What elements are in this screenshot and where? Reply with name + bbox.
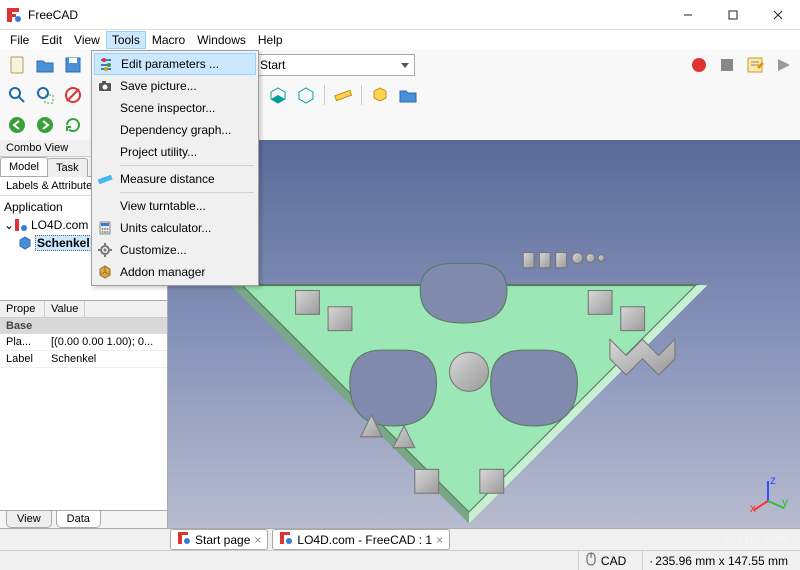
tab-model[interactable]: Model [0, 157, 48, 176]
3d-viewport[interactable]: z y x [168, 140, 800, 528]
document-tabs: Start page × LO4D.com - FreeCAD : 1 × [0, 528, 800, 550]
window-title: FreeCAD [28, 8, 665, 22]
menu-windows[interactable]: Windows [191, 31, 252, 49]
menu-help[interactable]: Help [252, 31, 289, 49]
property-table: Prope Value Base Pla... [(0.00 0.00 1.00… [0, 301, 167, 510]
macro-record-icon[interactable] [686, 52, 712, 78]
tools-save-picture[interactable]: Save picture... [94, 75, 256, 97]
minimize-button[interactable] [665, 0, 710, 30]
tools-measure-distance[interactable]: Measure distance [94, 168, 256, 190]
measure-icon[interactable] [330, 82, 356, 108]
tools-dependency-graph[interactable]: Dependency graph... [94, 119, 256, 141]
menubar: File Edit View Tools Macro Windows Help [0, 30, 800, 50]
3d-model [198, 155, 740, 528]
workbench-selector[interactable]: Start [235, 54, 415, 76]
prop-header-name: Prope [0, 301, 45, 317]
save-file-icon[interactable] [60, 52, 86, 78]
view-left-icon[interactable] [293, 82, 319, 108]
tools-edit-parameters[interactable]: Edit parameters ... [94, 53, 256, 75]
gear-icon [96, 241, 114, 259]
tools-dropdown: Edit parameters ... Save picture... Scen… [91, 50, 259, 286]
macro-edit-icon[interactable] [742, 52, 768, 78]
prop-row-placement[interactable]: Pla... [(0.00 0.00 1.00); 0... [0, 334, 167, 351]
svg-text:z: z [770, 476, 776, 487]
tools-units-calculator[interactable]: Units calculator... [94, 217, 256, 239]
tools-addon-manager[interactable]: Addon manager [94, 261, 256, 283]
package-icon [96, 263, 114, 281]
tab-data[interactable]: Data [56, 511, 101, 528]
svg-text:x: x [750, 501, 756, 515]
macro-play-icon[interactable] [770, 52, 796, 78]
tab-task[interactable]: Task [47, 158, 88, 177]
web-forward-icon[interactable] [32, 112, 58, 138]
zoom-selection-icon[interactable] [32, 82, 58, 108]
menu-tools[interactable]: Tools [106, 31, 146, 49]
dimensions-cell: · 235.96 mm x 147.55 mm [642, 551, 794, 570]
web-back-icon[interactable] [4, 112, 30, 138]
watermark: LO4D.com [724, 531, 790, 546]
prop-row-label[interactable]: Label Schenkel [0, 351, 167, 368]
sliders-icon [97, 55, 115, 73]
view-bottom-icon[interactable] [265, 82, 291, 108]
close-button[interactable] [755, 0, 800, 30]
svg-text:y: y [782, 495, 788, 509]
tools-project-utility[interactable]: Project utility... [94, 141, 256, 163]
freecad-app-icon [6, 7, 22, 23]
freecad-tab-icon [177, 531, 191, 548]
close-tab-icon[interactable]: × [436, 533, 443, 547]
axis-gizmo-icon: z y x [748, 476, 788, 516]
tab-view[interactable]: View [6, 511, 52, 528]
group-icon[interactable] [395, 82, 421, 108]
property-tabs: View Data [0, 510, 167, 528]
titlebar: FreeCAD [0, 0, 800, 30]
doc-tab-start-page[interactable]: Start page × [170, 529, 268, 550]
doc-tab-lo4d[interactable]: LO4D.com - FreeCAD : 1 × [272, 529, 450, 550]
prop-header-value: Value [45, 301, 85, 317]
new-file-icon[interactable] [4, 52, 30, 78]
prop-group-base[interactable]: Base [0, 318, 167, 334]
zoom-fit-icon[interactable] [4, 82, 30, 108]
menu-edit[interactable]: Edit [35, 31, 68, 49]
document-icon [14, 218, 28, 232]
mouse-icon [585, 552, 597, 569]
web-refresh-icon[interactable] [60, 112, 86, 138]
nav-style-cell[interactable]: CAD [578, 551, 632, 570]
workbench-label: Start [260, 58, 285, 72]
tools-scene-inspector[interactable]: Scene inspector... [94, 97, 256, 119]
tools-customize[interactable]: Customize... [94, 239, 256, 261]
draw-style-icon[interactable] [60, 82, 86, 108]
freecad-tab-icon [279, 531, 293, 548]
open-file-icon[interactable] [32, 52, 58, 78]
tools-view-turntable[interactable]: View turntable... [94, 195, 256, 217]
ruler-icon [96, 170, 114, 188]
part-icon[interactable] [367, 82, 393, 108]
close-tab-icon[interactable]: × [254, 533, 261, 547]
part-item-icon [18, 236, 32, 250]
statusbar: CAD · 235.96 mm x 147.55 mm [0, 550, 800, 570]
camera-icon [96, 77, 114, 95]
maximize-button[interactable] [710, 0, 755, 30]
menu-file[interactable]: File [4, 31, 35, 49]
menu-macro[interactable]: Macro [146, 31, 191, 49]
menu-view[interactable]: View [68, 31, 106, 49]
calculator-icon [96, 219, 114, 237]
macro-stop-icon[interactable] [714, 52, 740, 78]
